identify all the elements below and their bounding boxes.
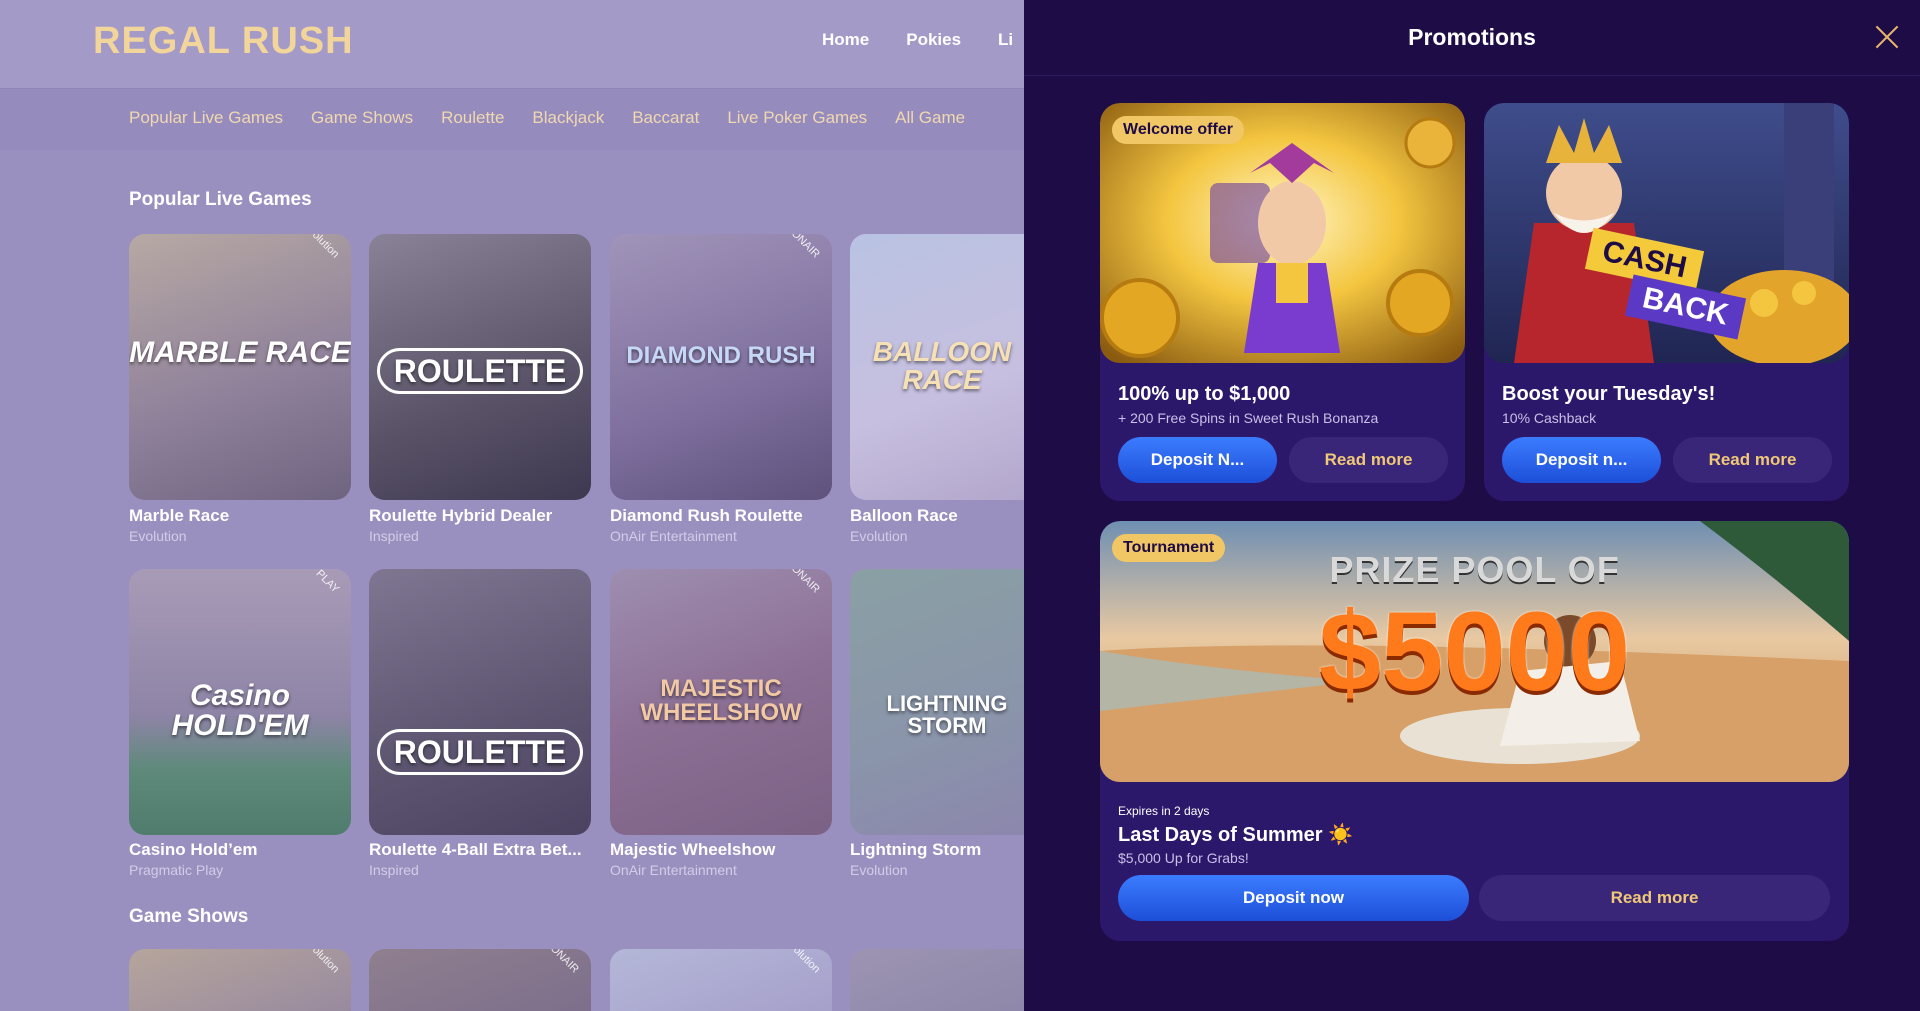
deposit-button[interactable]: Deposit N... bbox=[1118, 437, 1277, 483]
promo-subtitle: + 200 Free Spins in Sweet Rush Bonanza bbox=[1118, 410, 1379, 426]
promo-subtitle: $5,000 Up for Grabs! bbox=[1118, 850, 1249, 866]
promo-card-welcome: Welcome offer 100% up to $1,000 + 200 Fr… bbox=[1100, 103, 1465, 501]
game-tile-roulette-hybrid[interactable]: ROULETTE bbox=[369, 234, 591, 500]
game-provider: OnAir Entertainment bbox=[610, 528, 737, 544]
site-logo[interactable]: REGAL RUSH bbox=[93, 20, 354, 63]
close-icon[interactable] bbox=[1874, 24, 1900, 50]
deposit-now-button[interactable]: Deposit now bbox=[1118, 875, 1469, 921]
game-art-title: Casino HOLD'EM bbox=[171, 679, 309, 742]
game-name[interactable]: Roulette 4-Ball Extra Bet... bbox=[369, 840, 582, 860]
game-thumbnail bbox=[850, 949, 1024, 1011]
game-name[interactable]: Casino Hold’em bbox=[129, 840, 257, 860]
game-art-title: ROULETTE bbox=[376, 348, 584, 394]
nav-live[interactable]: Li bbox=[998, 30, 1013, 50]
promo-title: Last Days of Summer ☀️ bbox=[1118, 824, 1353, 846]
panel-title: Promotions bbox=[1408, 24, 1536, 50]
game-art-title: MAJESTIC WHEELSHOW bbox=[640, 675, 802, 726]
game-provider: OnAir Entertainment bbox=[610, 862, 737, 878]
game-tile[interactable]: Evolution bbox=[610, 949, 832, 1011]
main-nav: Home Pokies Li bbox=[822, 30, 1013, 50]
game-tile-lightning-storm[interactable]: LIGHTNING STORM bbox=[850, 569, 1024, 835]
nav-home[interactable]: Home bbox=[822, 30, 869, 50]
section-title-popular: Popular Live Games bbox=[129, 189, 312, 210]
game-art-title: BALLOON RACE bbox=[872, 336, 1012, 395]
game-provider: Evolution bbox=[129, 528, 187, 544]
promo-image-cashback[interactable]: CASH BACK bbox=[1484, 103, 1849, 363]
game-tile-marble-race[interactable]: MARBLE RACE Evolution bbox=[129, 234, 351, 500]
game-tile-balloon-race[interactable]: BALLOON RACE bbox=[850, 234, 1024, 500]
game-provider: Inspired bbox=[369, 862, 419, 878]
category-popular-live-games[interactable]: Popular Live Games bbox=[129, 108, 283, 128]
game-art-title: ROULETTE bbox=[376, 729, 584, 775]
category-game-shows[interactable]: Game Shows bbox=[311, 108, 413, 128]
game-provider: Inspired bbox=[369, 528, 419, 544]
game-tile-diamond-rush[interactable]: DIAMOND RUSH ONAIR bbox=[610, 234, 832, 500]
promotions-header: Promotions bbox=[1024, 0, 1920, 76]
game-provider: Pragmatic Play bbox=[129, 862, 224, 878]
promo-title: 100% up to $1,000 bbox=[1118, 383, 1291, 405]
promo-card-tournament: PRIZE POOL OF $5000 Tournament Expires i… bbox=[1100, 521, 1849, 941]
promo-card-cashback: CASH BACK Boost your Tuesday's! 10% Cash… bbox=[1484, 103, 1849, 501]
read-more-button[interactable]: Read more bbox=[1673, 437, 1832, 483]
game-provider: Evolution bbox=[850, 862, 908, 878]
game-tile-casino-holdem[interactable]: Casino HOLD'EM PLAY bbox=[129, 569, 351, 835]
category-baccarat[interactable]: Baccarat bbox=[632, 108, 699, 128]
expires-label: Expires in 2 days bbox=[1118, 804, 1210, 818]
game-tile[interactable]: ONAIR bbox=[369, 949, 591, 1011]
deposit-button[interactable]: Deposit n... bbox=[1502, 437, 1661, 483]
read-more-button[interactable]: Read more bbox=[1289, 437, 1448, 483]
game-tile-roulette-4-ball[interactable]: ROULETTE bbox=[369, 569, 591, 835]
game-name[interactable]: Roulette Hybrid Dealer bbox=[369, 506, 552, 526]
promo-image-tournament[interactable]: PRIZE POOL OF $5000 Tournament bbox=[1100, 521, 1849, 782]
game-name[interactable]: Lightning Storm bbox=[850, 840, 981, 860]
game-name[interactable]: Balloon Race bbox=[850, 506, 958, 526]
read-more-button[interactable]: Read more bbox=[1479, 875, 1830, 921]
promo-subtitle: 10% Cashback bbox=[1502, 410, 1597, 426]
tournament-art-amount: $5000 bbox=[1318, 589, 1631, 714]
game-art-title: DIAMOND RUSH bbox=[626, 342, 816, 369]
game-name[interactable]: Marble Race bbox=[129, 506, 229, 526]
promo-image-welcome[interactable]: Welcome offer bbox=[1100, 103, 1465, 363]
game-tile[interactable] bbox=[850, 949, 1024, 1011]
game-art-title: LIGHTNING STORM bbox=[886, 691, 1008, 738]
category-roulette[interactable]: Roulette bbox=[441, 108, 504, 128]
badge-tournament: Tournament bbox=[1112, 534, 1226, 562]
promo-title: Boost your Tuesday's! bbox=[1502, 383, 1716, 405]
category-live-poker[interactable]: Live Poker Games bbox=[727, 108, 867, 128]
promotions-panel: Promotions Welcome offer 100% up to $1,0… bbox=[1024, 0, 1920, 1011]
game-name[interactable]: Majestic Wheelshow bbox=[610, 840, 775, 860]
game-thumbnail bbox=[369, 569, 591, 835]
section-title-game-shows: Game Shows bbox=[129, 906, 249, 927]
game-art-title: MARBLE RACE bbox=[129, 336, 351, 369]
category-blackjack[interactable]: Blackjack bbox=[532, 108, 604, 128]
category-all-games[interactable]: All Game bbox=[895, 108, 965, 128]
badge-welcome-offer: Welcome offer bbox=[1112, 116, 1244, 144]
game-name[interactable]: Diamond Rush Roulette bbox=[610, 506, 803, 526]
game-tile[interactable]: Evolution bbox=[129, 949, 351, 1011]
game-provider: Evolution bbox=[850, 528, 908, 544]
nav-pokies[interactable]: Pokies bbox=[906, 30, 961, 50]
game-tile-majestic-wheelshow[interactable]: MAJESTIC WHEELSHOW ONAIR bbox=[610, 569, 832, 835]
